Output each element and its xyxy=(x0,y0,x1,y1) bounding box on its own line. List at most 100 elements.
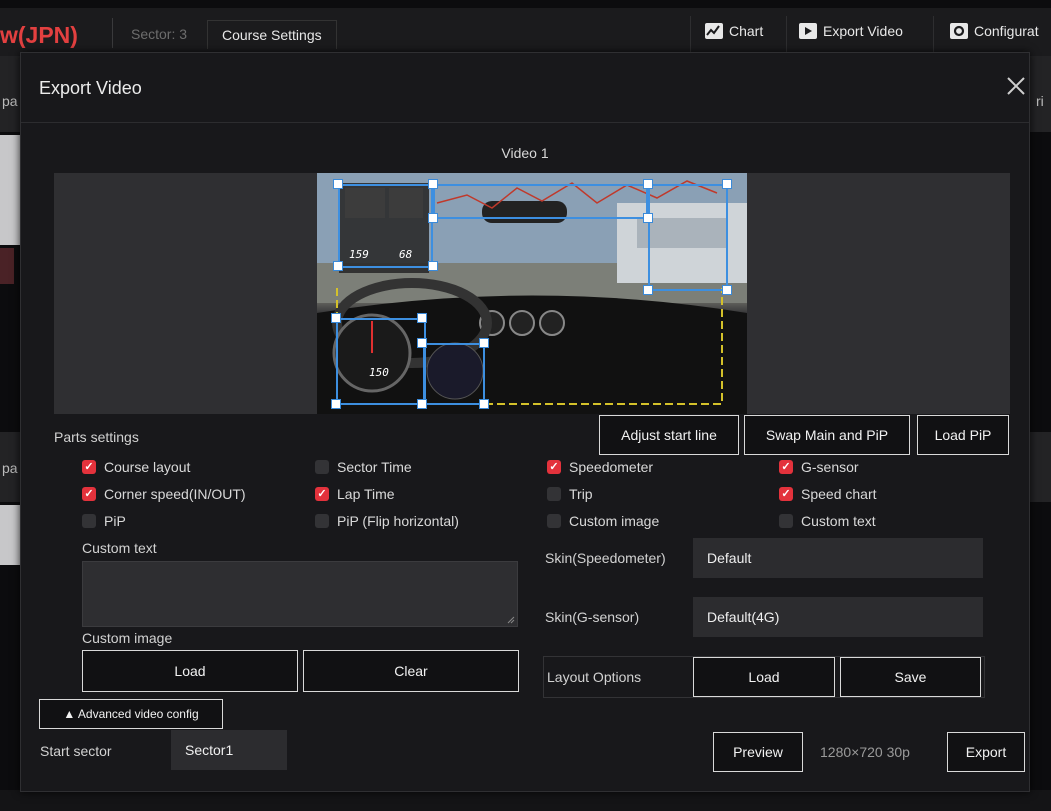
checkbox-box xyxy=(779,460,793,474)
skin-speedometer-select[interactable]: Default xyxy=(693,538,983,578)
skin-speedometer-label: Skin(Speedometer) xyxy=(545,550,666,566)
preview-button[interactable]: Preview xyxy=(713,732,803,772)
export-video-button[interactable]: Export Video xyxy=(799,23,903,39)
app-title: w(JPN) xyxy=(0,22,78,48)
chart-icon xyxy=(705,23,723,39)
pip-flip-checkbox[interactable]: PiP (Flip horizontal) xyxy=(315,513,459,529)
checkbox-box xyxy=(315,514,329,528)
resize-handle[interactable] xyxy=(643,179,653,189)
export-video-dialog: Export Video Video 1 159 68 150 Adjust s… xyxy=(20,52,1030,792)
checkbox-label: Trip xyxy=(569,486,593,502)
checkbox-label: Course layout xyxy=(104,459,191,475)
checkbox-label: Custom image xyxy=(569,513,660,529)
custom-text-label: Custom text xyxy=(82,540,157,556)
overlay-selection-box[interactable] xyxy=(338,184,433,268)
resize-handle[interactable] xyxy=(428,213,438,223)
checkbox-label: G-sensor xyxy=(801,459,859,475)
start-sector-select[interactable]: Sector1 xyxy=(171,730,287,770)
checkbox-label: Corner speed(IN/OUT) xyxy=(104,486,246,502)
checkbox-label: Speed chart xyxy=(801,486,877,502)
checkbox-box xyxy=(315,460,329,474)
toolbar-separator xyxy=(786,16,787,56)
background-panel xyxy=(0,790,1051,811)
resize-handle[interactable] xyxy=(417,338,427,348)
chart-button[interactable]: Chart xyxy=(705,23,763,39)
checkbox-label: Speedometer xyxy=(569,459,654,475)
resize-handle[interactable] xyxy=(417,399,427,409)
checkbox-box xyxy=(547,487,561,501)
layout-options-label: Layout Options xyxy=(547,669,642,685)
layout-save-button[interactable]: Save xyxy=(840,657,981,697)
overlay-selection-box[interactable] xyxy=(433,184,648,219)
dialog-title: Export Video xyxy=(39,78,142,98)
swap-main-pip-button[interactable]: Swap Main and PiP xyxy=(744,415,910,455)
resize-handle[interactable] xyxy=(479,399,489,409)
overlay-selection-box[interactable] xyxy=(423,343,485,405)
custom-text-input[interactable] xyxy=(82,561,518,627)
background-edge-text: ri xyxy=(1036,93,1044,109)
overlay-selection-box[interactable] xyxy=(648,184,728,291)
resolution-label: 1280×720 30p xyxy=(820,744,910,760)
checkbox-label: PiP (Flip horizontal) xyxy=(337,513,459,529)
resize-handle[interactable] xyxy=(331,313,341,323)
video-frame[interactable]: 159 68 150 xyxy=(317,173,747,414)
load-pip-button[interactable]: Load PiP xyxy=(917,415,1009,455)
export-button[interactable]: Export xyxy=(947,732,1025,772)
speedometer-checkbox[interactable]: Speedometer xyxy=(547,459,653,475)
checkbox-box xyxy=(547,514,561,528)
g-sensor-checkbox[interactable]: G-sensor xyxy=(779,459,859,475)
chart-button-label: Chart xyxy=(729,23,764,39)
resize-handle[interactable] xyxy=(722,285,732,295)
video-label: Video 1 xyxy=(501,145,549,161)
overlay-selection-box[interactable] xyxy=(336,318,426,405)
custom-image-checkbox[interactable]: Custom image xyxy=(547,513,659,529)
app-toolbar: w(JPN) Sector: 3 Course Settings Chart E… xyxy=(0,8,1051,56)
trip-checkbox[interactable]: Trip xyxy=(547,486,593,502)
resize-handle[interactable] xyxy=(643,213,653,223)
skin-gsensor-label: Skin(G-sensor) xyxy=(545,609,640,625)
checkbox-label: PiP xyxy=(104,513,126,529)
toolbar-divider xyxy=(112,18,113,48)
checkbox-box xyxy=(82,514,96,528)
parts-settings-label: Parts settings xyxy=(54,429,139,445)
checkbox-box xyxy=(315,487,329,501)
course-settings-tab[interactable]: Course Settings xyxy=(207,20,337,49)
dialog-divider xyxy=(21,122,1029,123)
course-layout-checkbox[interactable]: Course layout xyxy=(82,459,190,475)
resize-handle[interactable] xyxy=(417,313,427,323)
resize-handle[interactable] xyxy=(722,179,732,189)
custom-image-load-button[interactable]: Load xyxy=(82,650,298,692)
pip-checkbox[interactable]: PiP xyxy=(82,513,126,529)
configuration-button[interactable]: Configurat xyxy=(950,23,1039,39)
resize-handle[interactable] xyxy=(331,399,341,409)
sector-time-checkbox[interactable]: Sector Time xyxy=(315,459,412,475)
checkbox-label: Custom text xyxy=(801,513,876,529)
skin-gsensor-select[interactable]: Default(4G) xyxy=(693,597,983,637)
custom-image-label: Custom image xyxy=(82,630,173,646)
adjust-start-line-button[interactable]: Adjust start line xyxy=(599,415,739,455)
close-icon[interactable] xyxy=(1005,75,1027,97)
background-edge-text: pa xyxy=(2,460,18,476)
background-highlight xyxy=(0,248,14,284)
export-video-button-label: Export Video xyxy=(823,23,903,39)
resize-handle[interactable] xyxy=(428,179,438,189)
custom-image-clear-button[interactable]: Clear xyxy=(303,650,519,692)
resize-handle[interactable] xyxy=(643,285,653,295)
resize-handle[interactable] xyxy=(333,261,343,271)
custom-text-checkbox[interactable]: Custom text xyxy=(779,513,876,529)
checkbox-box xyxy=(547,460,561,474)
resize-handle[interactable] xyxy=(479,338,489,348)
corner-speed-checkbox[interactable]: Corner speed(IN/OUT) xyxy=(82,486,246,502)
background-panel xyxy=(0,135,20,245)
checkbox-label: Lap Time xyxy=(337,486,395,502)
toolbar-separator xyxy=(690,16,691,56)
advanced-video-config-button[interactable]: ▲ Advanced video config xyxy=(39,699,223,729)
speed-chart-checkbox[interactable]: Speed chart xyxy=(779,486,877,502)
resize-grip-icon[interactable] xyxy=(507,616,515,624)
checkbox-label: Sector Time xyxy=(337,459,412,475)
resize-handle[interactable] xyxy=(333,179,343,189)
resize-handle[interactable] xyxy=(428,261,438,271)
start-sector-label: Start sector xyxy=(40,743,112,759)
lap-time-checkbox[interactable]: Lap Time xyxy=(315,486,395,502)
layout-load-button[interactable]: Load xyxy=(693,657,835,697)
